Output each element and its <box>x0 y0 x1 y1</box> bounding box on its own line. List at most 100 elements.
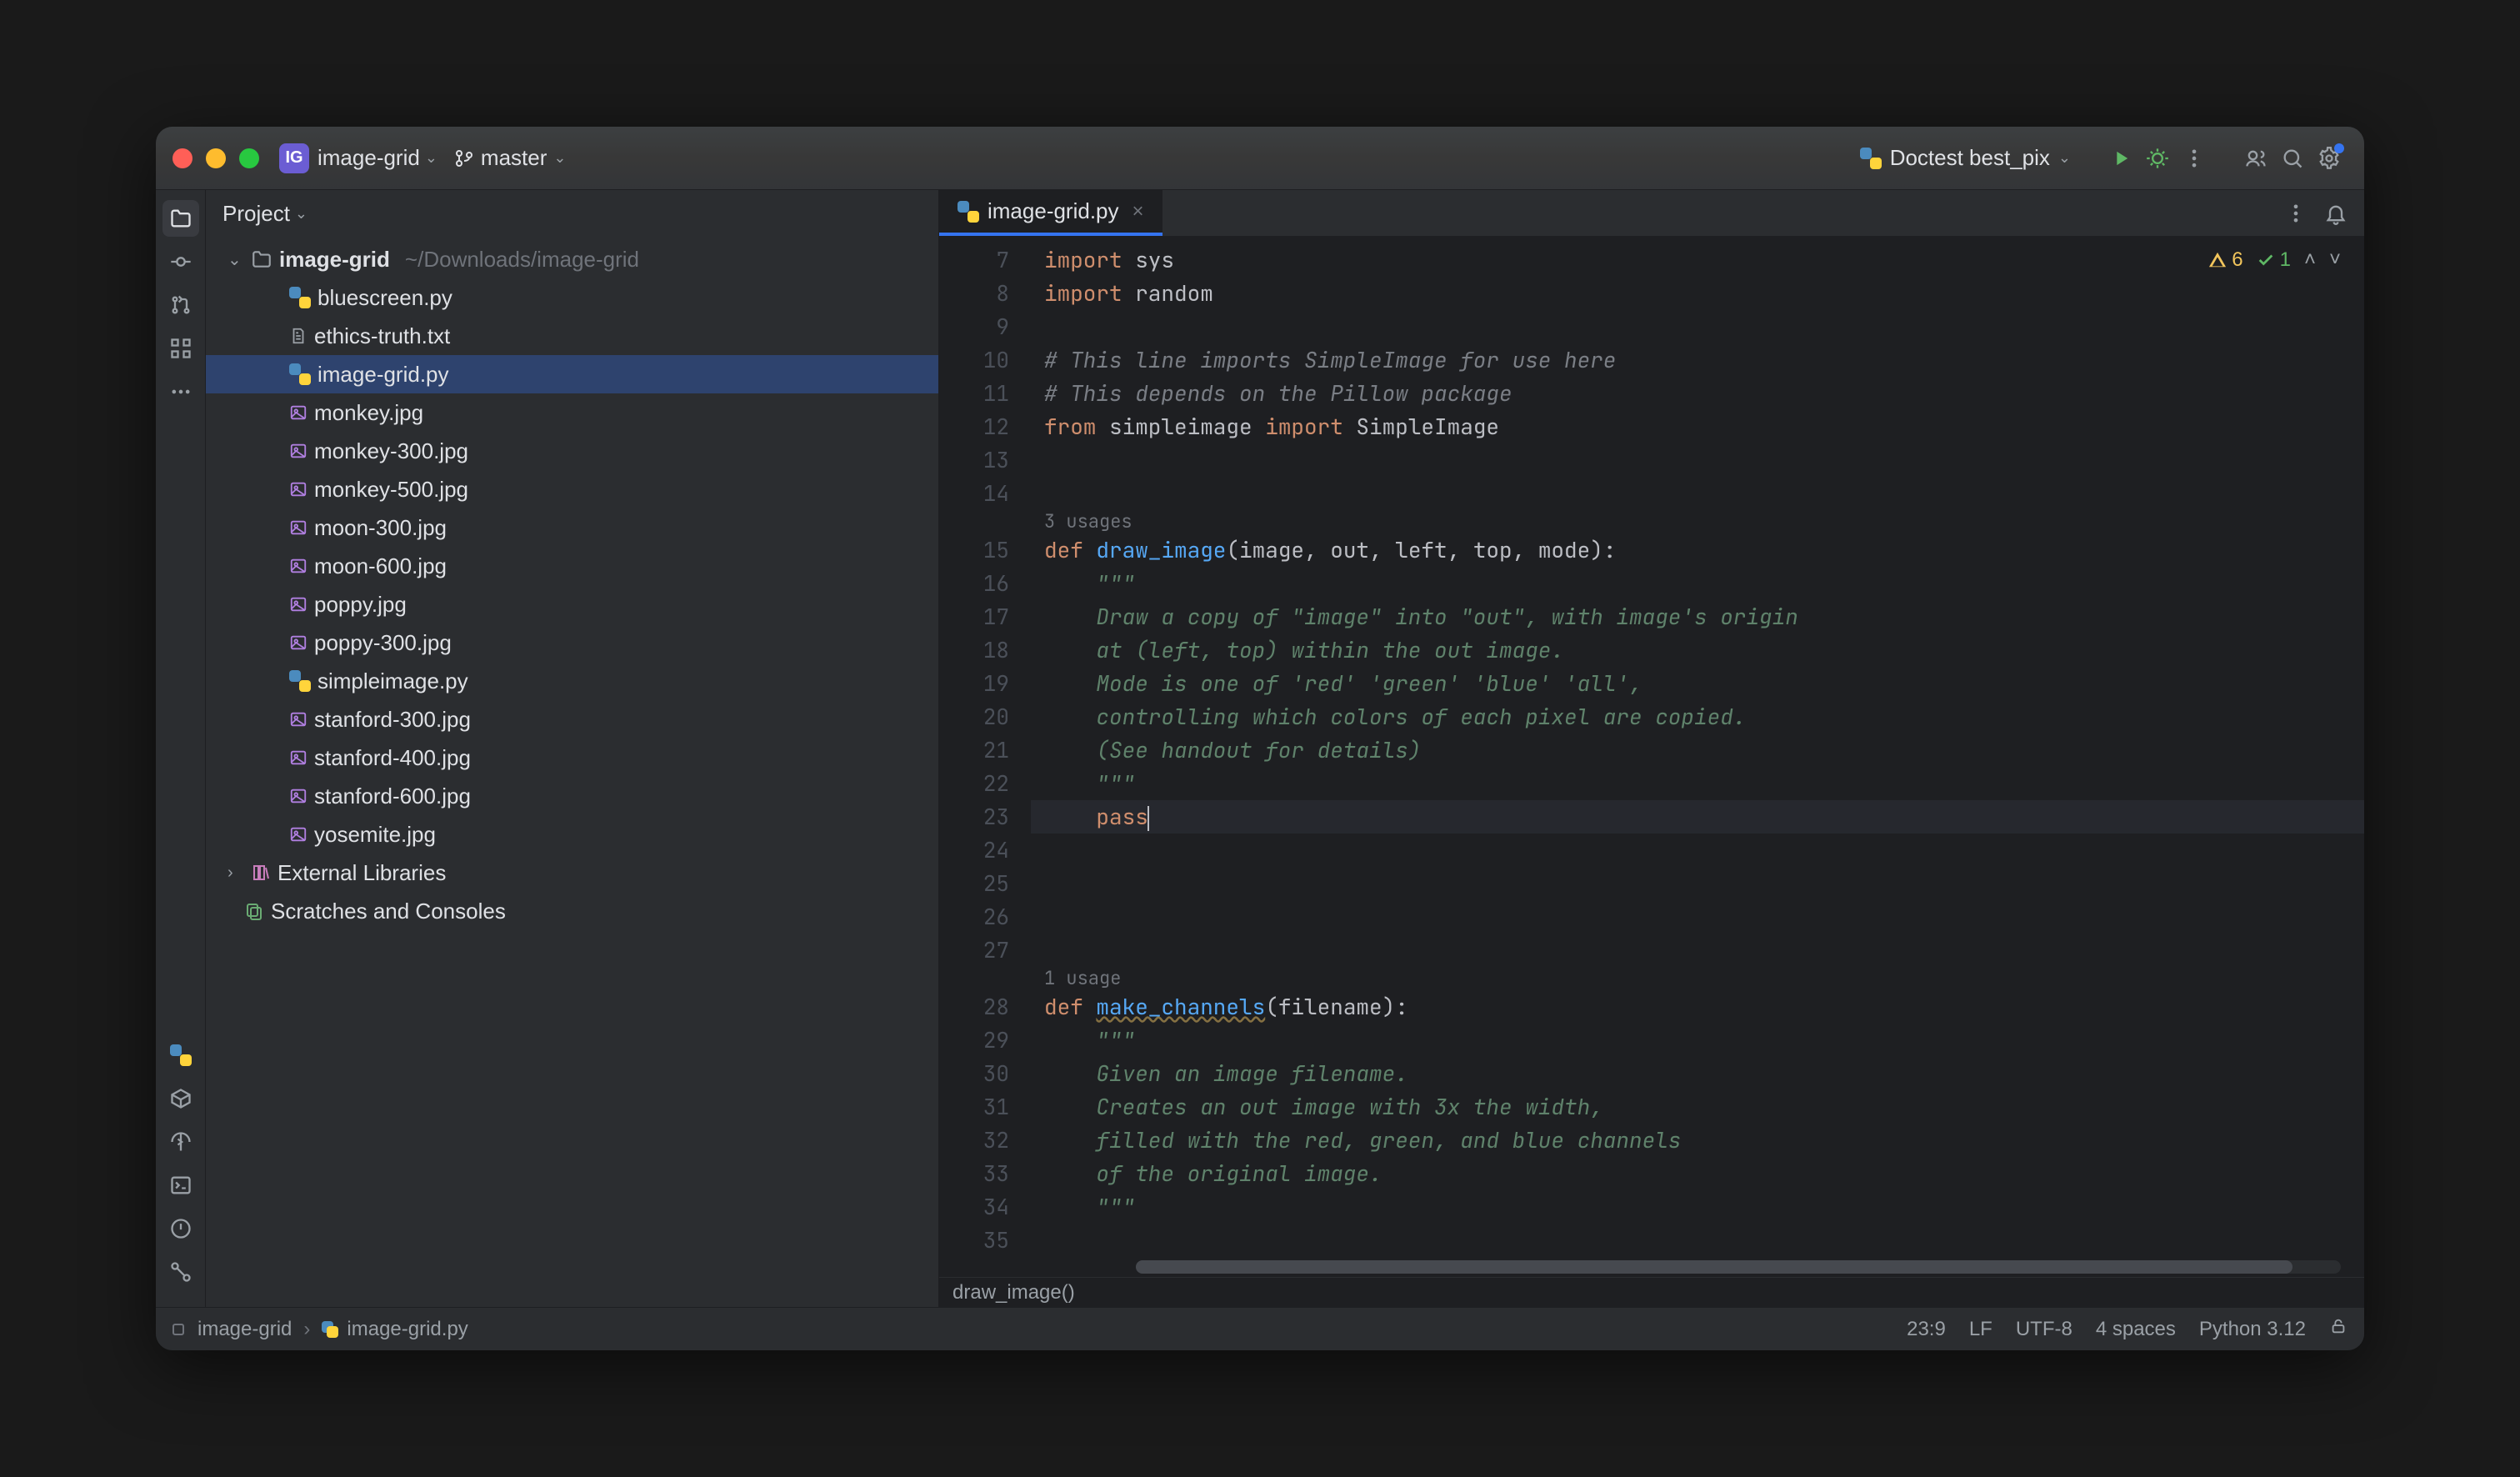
expand-arrow-icon[interactable]: ⌄ <box>228 249 244 270</box>
chevron-down-icon[interactable]: ⌄ <box>295 205 308 223</box>
editor-tab-active[interactable]: image-grid.py × <box>939 190 1162 236</box>
settings-button[interactable] <box>2311 140 2348 177</box>
titlebar: IG image-grid ⌄ master ⌄ Doctest best_pi… <box>156 127 2364 190</box>
python-console-tool-button[interactable] <box>162 1037 199 1074</box>
image-icon <box>289 518 308 537</box>
status-module: image-grid <box>198 1318 292 1341</box>
run-config-name: Doctest best_pix <box>1890 145 2050 171</box>
close-icon[interactable] <box>172 148 192 168</box>
image-icon <box>289 710 308 728</box>
tree-root[interactable]: ⌄ image-grid ~/Downloads/image-grid <box>206 240 938 278</box>
project-badge[interactable]: IG <box>279 143 309 173</box>
ide-window: IG image-grid ⌄ master ⌄ Doctest best_pi… <box>156 127 2364 1350</box>
file-label: monkey-300.jpg <box>314 438 468 464</box>
notifications-button[interactable] <box>2318 195 2354 232</box>
more-tools-button[interactable] <box>162 373 199 410</box>
panel-title: Project <box>222 201 290 227</box>
file-label: stanford-400.jpg <box>314 745 471 771</box>
file-label: yosemite.jpg <box>314 822 436 848</box>
project-panel: Project ⌄ ⌄ image-grid ~/Downloads/image… <box>206 190 939 1307</box>
project-tool-button[interactable] <box>162 200 199 237</box>
readonly-lock-icon[interactable] <box>2329 1317 2348 1341</box>
project-tree[interactable]: ⌄ image-grid ~/Downloads/image-grid blue… <box>206 237 938 1307</box>
python-icon <box>958 201 979 223</box>
tree-item[interactable]: simpleimage.py <box>206 662 938 700</box>
file-label: simpleimage.py <box>318 668 468 694</box>
vcs-branch[interactable]: master ⌄ <box>454 145 583 171</box>
usages-hint[interactable]: 1 usage <box>1031 967 2364 990</box>
line-separator[interactable]: LF <box>1969 1318 1992 1341</box>
indent-setting[interactable]: 4 spaces <box>2096 1318 2176 1341</box>
run-button[interactable] <box>2102 140 2139 177</box>
tree-item[interactable]: monkey.jpg <box>206 393 938 432</box>
tree-item[interactable]: monkey-500.jpg <box>206 470 938 508</box>
editor-breadcrumb[interactable]: draw_image() <box>939 1277 2364 1307</box>
tree-item[interactable]: bluescreen.py <box>206 278 938 317</box>
image-icon <box>289 825 308 844</box>
tree-item[interactable]: moon-600.jpg <box>206 547 938 585</box>
more-actions-button[interactable] <box>2176 140 2212 177</box>
image-icon <box>289 557 308 575</box>
tree-item-selected[interactable]: image-grid.py <box>206 355 938 393</box>
structure-tool-button[interactable] <box>162 330 199 367</box>
chevron-down-icon[interactable]: ⌄ <box>425 149 438 167</box>
tree-item[interactable]: yosemite.jpg <box>206 815 938 854</box>
file-encoding[interactable]: UTF-8 <box>2016 1318 2072 1341</box>
tree-item[interactable]: moon-300.jpg <box>206 508 938 547</box>
line-gutter[interactable]: 7891011121314 15161718192021222324252627… <box>939 237 1031 1277</box>
scrollbar-thumb[interactable] <box>1136 1260 2292 1274</box>
tree-item[interactable]: poppy-300.jpg <box>206 623 938 662</box>
python-packages-tool-button[interactable] <box>162 1080 199 1117</box>
version-control-tool-button[interactable] <box>162 1254 199 1290</box>
tree-item-scratches[interactable]: Scratches and Consoles <box>206 892 938 930</box>
tree-item[interactable]: monkey-300.jpg <box>206 432 938 470</box>
root-label: image-grid <box>279 247 390 273</box>
usages-hint[interactable]: 3 usages <box>1031 510 2364 533</box>
expand-arrow-icon[interactable]: › <box>228 864 244 883</box>
file-label: monkey-500.jpg <box>314 477 468 503</box>
minimize-icon[interactable] <box>206 148 226 168</box>
file-label: image-grid.py <box>318 362 449 388</box>
tree-item[interactable]: stanford-600.jpg <box>206 777 938 815</box>
tree-item[interactable]: stanford-400.jpg <box>206 738 938 777</box>
image-icon <box>289 442 308 460</box>
project-name[interactable]: image-grid <box>318 145 420 171</box>
problems-tool-button[interactable] <box>162 1210 199 1247</box>
terminal-tool-button[interactable] <box>162 1167 199 1204</box>
interpreter[interactable]: Python 3.12 <box>2199 1318 2306 1341</box>
pull-requests-tool-button[interactable] <box>162 287 199 323</box>
run-configuration[interactable]: Doctest best_pix ⌄ <box>1860 145 2088 171</box>
caret-position[interactable]: 23:9 <box>1907 1318 1946 1341</box>
image-icon <box>289 403 308 422</box>
horizontal-scrollbar[interactable] <box>1136 1260 2341 1274</box>
chevron-down-icon: ⌄ <box>2058 149 2071 167</box>
text-file-icon <box>289 327 308 345</box>
tree-item[interactable]: poppy.jpg <box>206 585 938 623</box>
file-label: ethics-truth.txt <box>314 323 450 349</box>
python-icon <box>1860 148 1882 169</box>
code-content[interactable]: import sys import random # This line imp… <box>1031 237 2364 1277</box>
image-icon <box>289 480 308 498</box>
image-icon <box>289 633 308 652</box>
file-label: moon-300.jpg <box>314 515 447 541</box>
scratches-label: Scratches and Consoles <box>271 899 506 924</box>
maximize-icon[interactable] <box>239 148 259 168</box>
breadcrumb-item[interactable]: draw_image() <box>952 1281 1075 1304</box>
tree-item[interactable]: stanford-300.jpg <box>206 700 938 738</box>
tab-actions-button[interactable] <box>2278 195 2314 232</box>
project-panel-header[interactable]: Project ⌄ <box>206 190 938 237</box>
chevron-down-icon[interactable]: ⌄ <box>553 149 566 167</box>
code-with-me-button[interactable] <box>2238 140 2274 177</box>
code-editor[interactable]: 6 1 ˄ ˅ 7891011121314 151617181920212223… <box>939 237 2364 1277</box>
tree-item[interactable]: ethics-truth.txt <box>206 317 938 355</box>
search-button[interactable] <box>2274 140 2311 177</box>
left-tool-rail <box>156 190 206 1307</box>
tree-item-external-libraries[interactable]: › External Libraries <box>206 854 938 892</box>
debug-button[interactable] <box>2139 140 2176 177</box>
commit-tool-button[interactable] <box>162 243 199 280</box>
library-icon <box>251 863 271 883</box>
status-nav-breadcrumb[interactable]: image-grid › image-grid.py <box>172 1318 468 1341</box>
status-bar: image-grid › image-grid.py 23:9 LF UTF-8… <box>156 1307 2364 1350</box>
close-tab-icon[interactable]: × <box>1132 200 1144 223</box>
services-tool-button[interactable] <box>162 1124 199 1160</box>
